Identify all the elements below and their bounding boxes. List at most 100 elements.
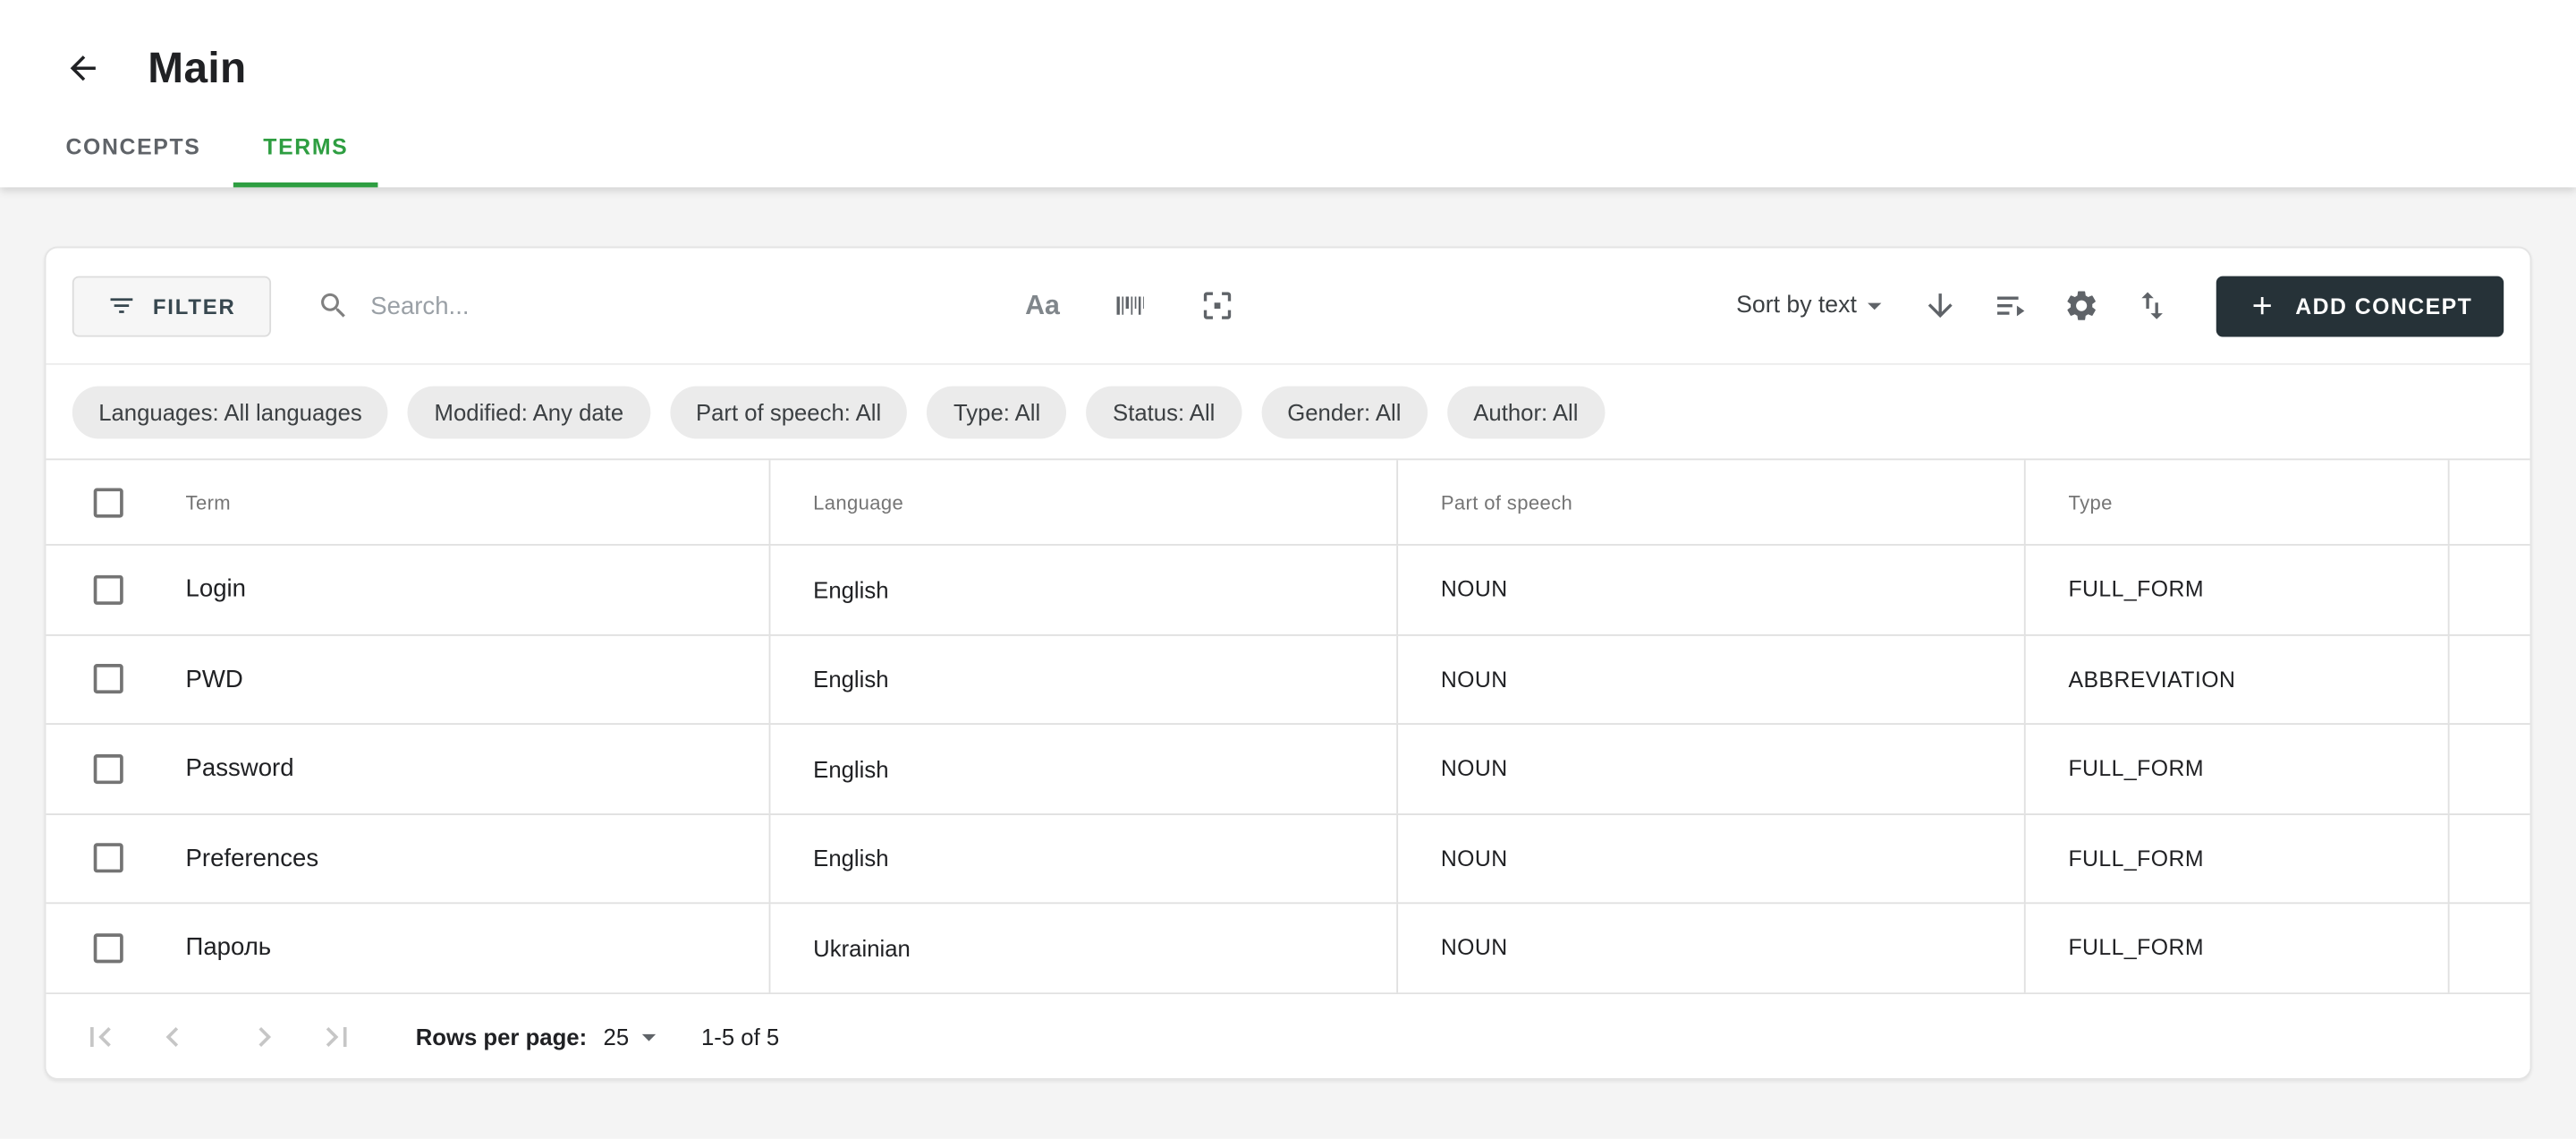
filter-chip[interactable]: Author: All	[1447, 386, 1605, 438]
filter-button-label: FILTER	[153, 293, 236, 319]
filter-chip[interactable]: Status: All	[1087, 386, 1241, 438]
terms-toolbar: FILTER Aa	[46, 248, 2529, 364]
select-area-toggle[interactable]	[1195, 285, 1238, 327]
gear-icon	[2063, 287, 2099, 323]
term-cell-text: PWD	[186, 665, 243, 693]
back-button[interactable]	[59, 45, 105, 90]
type-cell: FULL_FORM	[2024, 814, 2448, 902]
toolbar-right-group: Sort by text	[1736, 276, 2504, 336]
rows-per-page-select[interactable]: 25	[604, 1020, 665, 1053]
pagination-buttons	[80, 1016, 357, 1056]
row-checkbox[interactable]	[94, 844, 123, 873]
type-cell: FULL_FORM	[2024, 904, 2448, 991]
tab-terms[interactable]: TERMS	[233, 112, 377, 187]
column-header-language: Language	[769, 460, 1397, 544]
language-cell: English	[769, 546, 1397, 633]
rows-per-page-label: Rows per page:	[416, 1023, 587, 1049]
pos-cell: NOUN	[1396, 904, 2024, 991]
pos-cell: NOUN	[1396, 635, 2024, 723]
row-checkbox[interactable]	[94, 754, 123, 784]
pos-cell: NOUN	[1396, 725, 2024, 812]
filter-chip[interactable]: Type: All	[928, 386, 1067, 438]
text-flow-icon	[1993, 287, 2029, 323]
term-cell: Login	[46, 546, 768, 633]
layout-view-button[interactable]	[1990, 285, 2033, 327]
row-actions-cell	[2448, 546, 2530, 633]
table-row[interactable]: Preferences English NOUN FULL_FORM	[46, 814, 2529, 904]
app-header: Main CONCEPTS TERMS	[0, 0, 2576, 187]
select-all-checkbox[interactable]	[94, 488, 123, 517]
pagination-range: 1-5 of 5	[701, 1023, 779, 1049]
filter-chip[interactable]: Languages: All languages	[72, 386, 388, 438]
column-header-term-label: Term	[186, 490, 231, 514]
table-body: Login English NOUN FULL_FORM PWD English…	[46, 546, 2529, 994]
pos-cell: NOUN	[1396, 546, 2024, 633]
search-toggles: Aa	[1021, 285, 1238, 327]
page-title: Main	[148, 43, 246, 92]
app-viewport: Main CONCEPTS TERMS FILTER	[0, 0, 2576, 1139]
filter-chip[interactable]: Modified: Any date	[408, 386, 649, 438]
swap-vertical-icon	[2134, 287, 2170, 323]
search-box	[317, 289, 966, 322]
plus-icon	[2248, 291, 2277, 320]
term-cell: PWD	[46, 635, 768, 723]
search-icon	[317, 289, 350, 322]
match-case-toggle[interactable]: Aa	[1021, 285, 1064, 327]
row-checkbox[interactable]	[94, 574, 123, 604]
chevron-left-icon	[153, 1016, 192, 1056]
add-concept-button[interactable]: ADD CONCEPT	[2216, 276, 2504, 336]
whole-word-toggle[interactable]	[1108, 285, 1151, 327]
column-header-type: Type	[2024, 460, 2448, 544]
term-cell-text: Preferences	[186, 845, 319, 872]
import-export-button[interactable]	[2131, 285, 2174, 327]
table-row[interactable]: Пароль Ukrainian NOUN FULL_FORM	[46, 904, 2529, 993]
language-cell: English	[769, 814, 1397, 902]
previous-page-button[interactable]	[153, 1016, 192, 1056]
language-cell: English	[769, 635, 1397, 723]
arrow-left-icon	[64, 48, 101, 86]
tab-concepts[interactable]: CONCEPTS	[36, 112, 230, 187]
row-actions-cell	[2448, 725, 2530, 812]
next-page-button[interactable]	[245, 1016, 284, 1056]
term-cell-text: Пароль	[186, 934, 272, 962]
term-cell: Пароль	[46, 904, 768, 991]
rows-per-page-value: 25	[604, 1023, 630, 1049]
sort-label: Sort by text	[1736, 293, 1857, 319]
chevron-down-icon	[1859, 289, 1892, 322]
column-header-actions	[2448, 460, 2530, 544]
language-cell: English	[769, 725, 1397, 812]
pagination-bar: Rows per page: 25 1-5 of 5	[46, 993, 2529, 1079]
filter-button[interactable]: FILTER	[72, 276, 270, 336]
row-checkbox[interactable]	[94, 665, 123, 694]
last-page-icon	[317, 1016, 356, 1056]
column-header-term: Term	[46, 460, 768, 544]
table-header: Term Language Part of speech Type	[46, 460, 2529, 546]
last-page-button[interactable]	[317, 1016, 356, 1056]
term-cell-text: Password	[186, 755, 294, 783]
row-actions-cell	[2448, 814, 2530, 902]
tab-bar: CONCEPTS TERMS	[0, 112, 2576, 187]
arrow-down-icon	[1922, 287, 1958, 323]
add-concept-label: ADD CONCEPT	[2295, 293, 2472, 319]
sort-direction-button[interactable]	[1919, 285, 1962, 327]
type-cell: FULL_FORM	[2024, 546, 2448, 633]
table-row[interactable]: Password English NOUN FULL_FORM	[46, 725, 2529, 814]
table-row[interactable]: PWD English NOUN ABBREVIATION	[46, 635, 2529, 725]
topbar: Main	[0, 0, 2576, 112]
row-actions-cell	[2448, 635, 2530, 723]
type-cell: FULL_FORM	[2024, 725, 2448, 812]
filter-icon	[106, 291, 136, 320]
terms-card: FILTER Aa	[45, 247, 2532, 1080]
filter-chip[interactable]: Part of speech: All	[670, 386, 908, 438]
table-row[interactable]: Login English NOUN FULL_FORM	[46, 546, 2529, 635]
row-checkbox[interactable]	[94, 933, 123, 963]
sort-dropdown[interactable]: Sort by text	[1736, 289, 1891, 322]
column-header-pos: Part of speech	[1396, 460, 2024, 544]
term-cell-text: Login	[186, 575, 246, 603]
first-page-button[interactable]	[80, 1016, 120, 1056]
pos-cell: NOUN	[1396, 814, 2024, 902]
search-input[interactable]	[370, 292, 965, 319]
filter-chip[interactable]: Gender: All	[1261, 386, 1428, 438]
settings-button[interactable]	[2061, 285, 2104, 327]
term-cell: Preferences	[46, 814, 768, 902]
